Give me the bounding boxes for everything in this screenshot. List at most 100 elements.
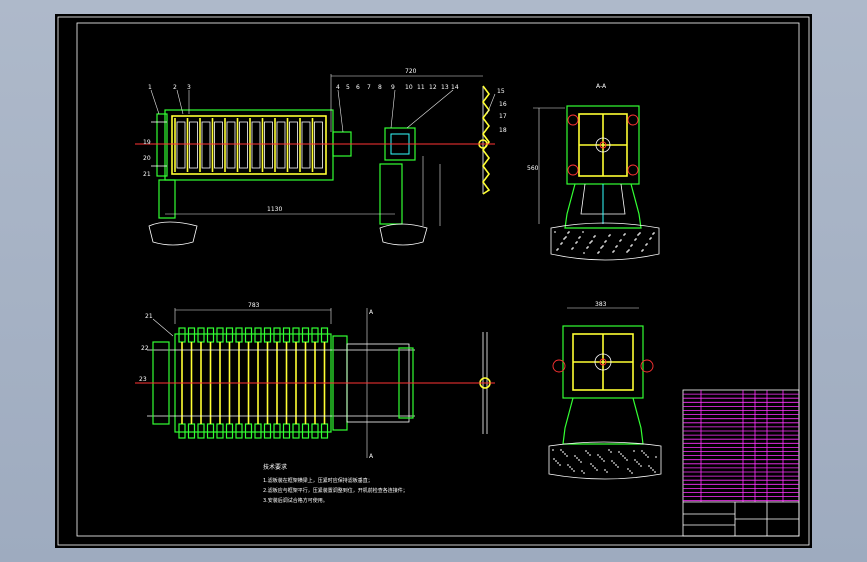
part-label: 10 <box>405 84 413 91</box>
part-label: 20 <box>143 155 151 162</box>
part-label: 14 <box>451 84 459 91</box>
foundation-hatch <box>552 449 657 474</box>
plate-ear <box>225 423 234 439</box>
soil-dot <box>560 243 562 245</box>
soil-dot <box>606 471 608 473</box>
plate-ear <box>216 423 224 439</box>
soil-dot <box>567 232 569 234</box>
soil-dot <box>655 456 657 458</box>
cad-viewport[interactable]: 720 1130 1 2 3 4 5 6 7 8 9 10 11 12 13 1… <box>0 0 867 562</box>
soil-dot <box>633 450 635 452</box>
soil-dot <box>619 240 621 242</box>
section-mark: A <box>369 309 374 316</box>
soil-dot <box>618 451 620 453</box>
part-label: 11 <box>417 84 425 91</box>
soil-dot <box>554 231 556 233</box>
filter-frame-outline <box>164 109 334 181</box>
dim-top-width: 720 <box>405 68 417 75</box>
soil-dot <box>637 234 639 236</box>
part-label: 22 <box>141 345 149 352</box>
bolt-hole <box>627 114 639 126</box>
soil-dot <box>569 466 571 468</box>
soil-dot <box>634 239 636 241</box>
end-foundation-2 <box>548 441 662 480</box>
inner-border <box>76 22 800 537</box>
part-label: 13 <box>441 84 449 91</box>
plate-ear <box>235 423 243 439</box>
soil-dot <box>556 249 558 251</box>
plate-ear <box>244 327 253 343</box>
drawing-sheet[interactable]: 720 1130 1 2 3 4 5 6 7 8 9 10 11 12 13 1… <box>55 14 812 548</box>
filter-plate <box>176 121 186 169</box>
soil-dot <box>627 468 629 470</box>
plate-ear <box>197 327 205 343</box>
soil-dot <box>649 238 651 240</box>
soil-dot <box>596 469 598 471</box>
dim-lower-width: 783 <box>248 302 260 309</box>
plate-ear <box>273 327 281 343</box>
plate-ear <box>178 327 186 343</box>
part-label: 9 <box>391 84 395 91</box>
plate-pack-outline <box>171 115 327 175</box>
soil-dot <box>578 237 580 239</box>
drawing-canvas: 720 1130 1 2 3 4 5 6 7 8 9 10 11 12 13 1… <box>57 16 810 546</box>
soil-dot <box>567 464 569 466</box>
soil-dot <box>580 461 582 463</box>
soil-dot <box>566 455 568 457</box>
plate-ear <box>292 423 300 439</box>
soil-dot <box>573 470 575 472</box>
part-label: 17 <box>499 113 507 120</box>
plate-ear <box>263 327 272 343</box>
right-support <box>379 163 403 225</box>
soil-dot <box>611 460 613 462</box>
plate-ear <box>292 327 300 343</box>
soil-dot <box>643 452 645 454</box>
right-foundation <box>379 223 428 246</box>
soil-dot <box>593 236 595 238</box>
part-label: 5 <box>346 84 350 91</box>
filter-plate <box>264 121 273 169</box>
plate-ear <box>311 423 319 439</box>
plate-ear <box>282 423 291 439</box>
filter-plate <box>239 121 248 169</box>
soil-dot <box>631 472 633 474</box>
soil-dot <box>612 251 614 253</box>
left-leg <box>158 179 176 219</box>
plate-ear <box>197 423 205 439</box>
soil-dot <box>623 234 625 236</box>
tech-req-line: 1.滤板装在框架横梁上，压紧时应保持滤板垂直； <box>263 477 373 484</box>
technical-requirements: 技术要求 1.滤板装在框架横梁上，压紧时应保持滤板垂直； 2.滤板应与框架平行，… <box>263 463 408 504</box>
filter-plate <box>214 121 223 169</box>
soil-dot <box>587 452 589 454</box>
plate-ear <box>206 423 215 439</box>
parts-list-rows <box>683 393 799 502</box>
plate-ear <box>225 327 234 343</box>
part-label: 15 <box>497 88 505 95</box>
soil-dot <box>640 465 642 467</box>
dim-right-height: 560 <box>527 165 539 172</box>
plate-ear <box>301 327 310 343</box>
plate-ear <box>320 327 329 343</box>
foundation-hatch <box>554 231 655 254</box>
part-label: 16 <box>499 101 507 108</box>
soil-dot <box>599 456 601 458</box>
bolt-hole <box>627 164 639 176</box>
end-view-lower: 383 <box>548 301 662 480</box>
soil-dot <box>555 460 557 462</box>
soil-dot <box>597 454 599 456</box>
soil-dot <box>578 459 580 461</box>
filter-plate <box>226 121 236 169</box>
filter-plate <box>289 121 298 169</box>
end-view-top: 560 A-A <box>527 83 660 261</box>
plate-ear <box>311 327 319 343</box>
soil-dot <box>585 450 587 452</box>
soil-dot <box>629 470 631 472</box>
part-label: 8 <box>378 84 382 91</box>
tech-req-line: 3.安装后调试合格方可使用。 <box>263 497 328 504</box>
soil-dot <box>559 464 561 466</box>
plate-ear <box>187 327 196 343</box>
tech-req-title: 技术要求 <box>263 463 287 471</box>
soil-dot <box>610 451 612 453</box>
soil-dot <box>576 457 578 459</box>
soil-dot <box>600 247 602 249</box>
